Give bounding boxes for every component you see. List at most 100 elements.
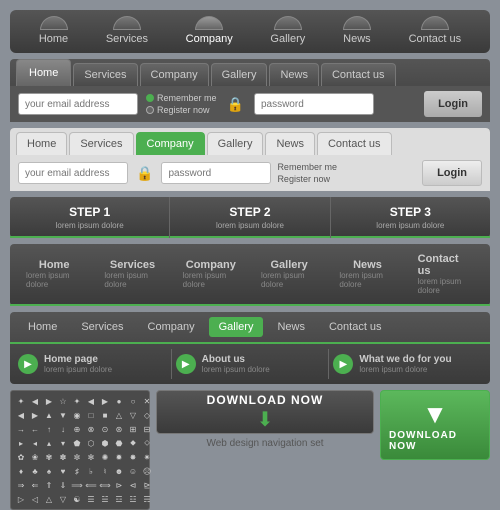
icon-cell-44[interactable]: ✼ [71,451,83,463]
nav3-tab-news[interactable]: News [265,132,315,155]
icon-cell-57[interactable]: ☻ [113,465,125,477]
icon-cell-52[interactable]: ♠ [43,465,55,477]
nav5-item-1[interactable]: ▶ About us lorem ipsum dolore [176,354,325,374]
nav5-tab-home[interactable]: Home [18,317,67,337]
nav2-tab-home[interactable]: Home [16,59,71,86]
nav4-item-news[interactable]: News lorem ipsum dolore [331,255,403,293]
icon-cell-66[interactable]: ⟺ [99,479,111,491]
icon-cell-34[interactable]: ⬟ [71,437,83,449]
icon-cell-14[interactable]: ◉ [71,409,83,421]
icon-cell-51[interactable]: ♣ [29,465,41,477]
icon-cell-60[interactable]: ⇒ [15,479,27,491]
icon-cell-72[interactable]: △ [43,493,55,505]
icon-cell-4[interactable]: ✦ [71,395,83,407]
icon-cell-64[interactable]: ⟹ [71,479,83,491]
icon-cell-40[interactable]: ✿ [15,451,27,463]
nav3-tab-home[interactable]: Home [16,132,67,155]
icon-cell-73[interactable]: ▽ [57,493,69,505]
icon-cell-5[interactable]: ◀ [85,395,97,407]
icon-cell-22[interactable]: ↑ [43,423,55,435]
nav4-item-gallery[interactable]: Gallery lorem ipsum dolore [253,255,325,293]
icon-cell-16[interactable]: ■ [99,409,111,421]
icon-cell-27[interactable]: ⊛ [113,423,125,435]
icon-cell-62[interactable]: ⇑ [43,479,55,491]
icon-cell-1[interactable]: ◀ [29,395,41,407]
icon-cell-55[interactable]: ♭ [85,465,97,477]
download-btn-1[interactable]: DOWNLOAD NOW ⬇ [156,390,374,434]
password-input-nav2[interactable] [254,93,374,115]
icon-cell-19[interactable]: ◇ [141,409,153,421]
nav1-item-contactus[interactable]: Contact us [409,16,462,45]
icon-cell-6[interactable]: ▶ [99,395,111,407]
icon-cell-59[interactable]: ☹ [141,465,153,477]
nav2-tab-gallery[interactable]: Gallery [211,63,268,86]
icon-cell-46[interactable]: ✺ [99,451,111,463]
icon-cell-26[interactable]: ⊙ [99,423,111,435]
icon-cell-32[interactable]: ▴ [43,437,55,449]
nav3-tab-gallery[interactable]: Gallery [207,132,264,155]
nav5-item-0[interactable]: ▶ Home page lorem ipsum dolore [18,354,167,374]
icon-cell-31[interactable]: ◂ [29,437,41,449]
icon-cell-39[interactable]: ⬦ [141,437,153,449]
nav3-tab-company[interactable]: Company [136,132,205,155]
nav3-tab-services[interactable]: Services [69,132,133,155]
nav1-item-home[interactable]: Home [39,16,68,45]
icon-cell-20[interactable]: → [15,423,27,435]
nav5-tab-news[interactable]: News [267,317,315,337]
icon-cell-36[interactable]: ⬢ [99,437,111,449]
icon-cell-65[interactable]: ⟸ [85,479,97,491]
nav2-tab-contactus[interactable]: Contact us [321,63,396,86]
icon-cell-53[interactable]: ♥ [57,465,69,477]
icon-cell-75[interactable]: ☰ [85,493,97,505]
icon-cell-25[interactable]: ⊗ [85,423,97,435]
icon-cell-8[interactable]: ○ [127,395,139,407]
nav2-tab-company[interactable]: Company [140,63,209,86]
icon-cell-15[interactable]: □ [85,409,97,421]
login-button-nav3[interactable]: Login [422,160,482,186]
icon-cell-42[interactable]: ✾ [43,451,55,463]
icon-cell-45[interactable]: ✻ [85,451,97,463]
nav4-item-services[interactable]: Services lorem ipsum dolore [96,255,168,293]
icon-cell-56[interactable]: ♮ [99,465,111,477]
icon-cell-2[interactable]: ▶ [43,395,55,407]
icon-cell-7[interactable]: ● [113,395,125,407]
icon-cell-9[interactable]: ✕ [141,395,153,407]
icon-cell-48[interactable]: ✸ [127,451,139,463]
icon-cell-37[interactable]: ⬣ [113,437,125,449]
icon-cell-63[interactable]: ⇓ [57,479,69,491]
nav1-item-services[interactable]: Services [106,16,148,45]
icon-cell-29[interactable]: ⊟ [141,423,153,435]
nav1-item-gallery[interactable]: Gallery [270,16,305,45]
nav4-item-contactus[interactable]: Contact us lorem ipsum dolore [410,249,482,299]
email-input-nav3[interactable] [18,162,128,184]
icon-cell-61[interactable]: ⇐ [29,479,41,491]
icon-cell-69[interactable]: ⊵ [141,479,153,491]
nav5-tab-gallery[interactable]: Gallery [209,317,264,337]
icon-cell-70[interactable]: ▷ [15,493,27,505]
icon-cell-11[interactable]: ▶ [29,409,41,421]
icon-cell-41[interactable]: ❀ [29,451,41,463]
icon-cell-3[interactable]: ☆ [57,395,69,407]
icon-cell-23[interactable]: ↓ [57,423,69,435]
icon-cell-54[interactable]: ♯ [71,465,83,477]
icon-cell-78[interactable]: ☳ [127,493,139,505]
password-input-nav3[interactable] [161,162,271,184]
icon-cell-79[interactable]: ☴ [141,493,153,505]
icon-cell-33[interactable]: ▾ [57,437,69,449]
icon-cell-49[interactable]: ✷ [141,451,153,463]
icon-cell-28[interactable]: ⊞ [127,423,139,435]
icon-cell-17[interactable]: △ [113,409,125,421]
icon-cell-77[interactable]: ☲ [113,493,125,505]
icon-cell-43[interactable]: ✽ [57,451,69,463]
icon-cell-24[interactable]: ⊕ [71,423,83,435]
login-button-nav2[interactable]: Login [424,91,482,117]
nav5-tab-company[interactable]: Company [138,317,205,337]
email-input-nav2[interactable] [18,93,138,115]
icon-cell-12[interactable]: ▲ [43,409,55,421]
icon-cell-13[interactable]: ▼ [57,409,69,421]
icon-cell-67[interactable]: ⊳ [113,479,125,491]
nav5-tab-services[interactable]: Services [71,317,133,337]
icon-cell-47[interactable]: ✹ [113,451,125,463]
icon-cell-76[interactable]: ☱ [99,493,111,505]
icon-cell-38[interactable]: ⬥ [127,437,139,449]
